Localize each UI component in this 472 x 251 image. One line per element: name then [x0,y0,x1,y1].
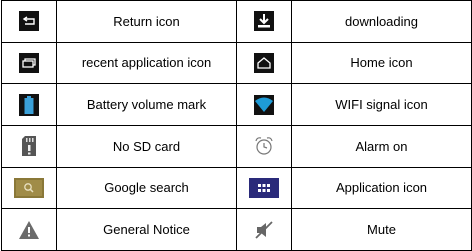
alarm-clock-icon [255,137,273,155]
app-grid-icon [249,177,279,198]
label-cell: No SD card [56,124,237,168]
recent-apps-icon [19,52,39,73]
google-search-icon [14,177,44,198]
table-row: No SD card Alarm on [1,124,472,168]
wifi-signal-icon [254,94,274,115]
label-cell: recent application icon [56,41,237,85]
icon-cell [1,83,57,126]
icon-label: No SD card [112,138,181,154]
label-cell: Application icon [291,166,472,210]
icon-cell [1,166,57,210]
icon-legend-table: Return icon downloading recent applicati… [1,0,472,251]
icon-cell [1,0,57,43]
label-cell: Return icon [56,0,237,43]
icon-cell [236,83,292,126]
icon-label: downloading [344,13,418,29]
mute-speaker-icon [255,221,273,239]
warning-triangle-icon [19,220,39,239]
label-cell: downloading [291,0,472,43]
icon-label: Alarm on [355,138,408,154]
table-row: Return icon downloading [1,0,472,43]
return-icon [19,11,39,32]
battery-icon [19,93,39,116]
label-cell: Home icon [291,41,472,85]
icon-cell [236,124,292,168]
table-row: Battery volume mark WIFI signal icon [1,83,472,126]
table-row: General Notice Mute [1,208,472,251]
icon-cell [1,208,57,251]
no-sd-card-icon [22,136,36,157]
icon-label: Google search [104,180,189,196]
icon-label: Application icon [335,180,428,196]
label-cell: WIFI signal icon [291,83,472,126]
download-icon [254,11,274,32]
label-cell: Mute [291,208,472,251]
icon-cell [236,41,292,85]
icon-cell [1,124,57,168]
label-cell: Battery volume mark [56,83,237,126]
icon-cell [236,208,292,251]
icon-label: Home icon [350,55,413,71]
icon-cell [236,166,292,210]
icon-label: General Notice [103,222,190,238]
table-row: recent application icon Home icon [1,41,472,85]
icon-cell [1,41,57,85]
table-row: Google search Application icon [1,166,472,210]
home-icon [254,52,274,73]
label-cell: General Notice [56,208,237,251]
icon-label: recent application icon [81,55,212,71]
icon-label: Mute [367,222,396,238]
label-cell: Alarm on [291,124,472,168]
icon-label: WIFI signal icon [335,97,428,113]
icon-label: Return icon [113,13,180,29]
label-cell: Google search [56,166,237,210]
icon-cell [236,0,292,43]
icon-label: Battery volume mark [86,97,207,113]
